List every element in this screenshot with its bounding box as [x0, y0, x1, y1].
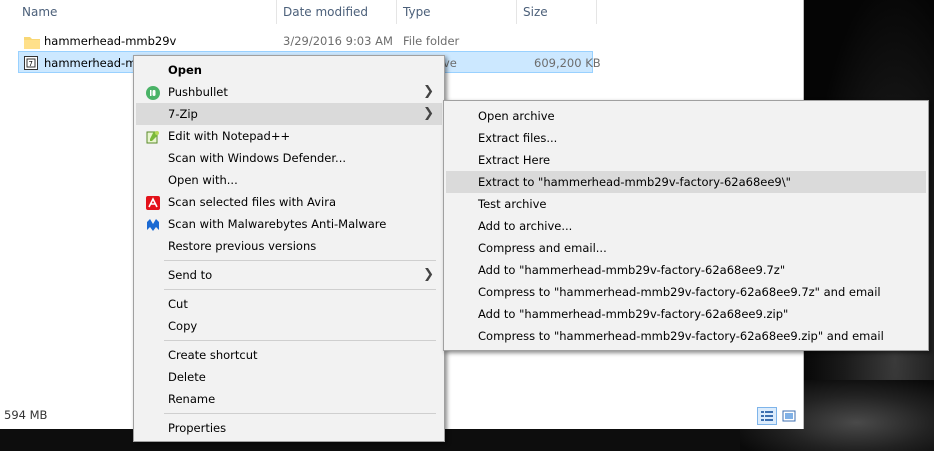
menu-separator	[164, 340, 436, 341]
menu-item-malwarebytes[interactable]: Scan with Malwarebytes Anti-Malware	[136, 213, 442, 235]
menu-item-rename[interactable]: Rename	[136, 388, 442, 410]
svg-text:7: 7	[29, 60, 33, 68]
chevron-right-icon: ❯	[423, 84, 434, 99]
submenu-item-add-to-7z[interactable]: Add to "hammerhead-mmb29v-factory-62a68e…	[446, 259, 926, 281]
avira-icon	[146, 195, 160, 210]
submenu-item-open-archive[interactable]: Open archive	[446, 105, 926, 127]
file-type: ve	[443, 56, 457, 70]
details-view-button[interactable]	[757, 407, 777, 425]
file-row-folder[interactable]: hammerhead-mmb29v 3/29/2016 9:03 AM File…	[18, 30, 593, 52]
menu-item-copy[interactable]: Copy	[136, 315, 442, 337]
file-type: File folder	[403, 34, 460, 48]
submenu-item-extract-to-folder[interactable]: Extract to "hammerhead-mmb29v-factory-62…	[446, 171, 926, 193]
menu-separator	[164, 289, 436, 290]
file-name: hammerhead-mmb29v	[44, 34, 177, 48]
malwarebytes-icon	[146, 217, 160, 231]
menu-item-edit-notepad-plus-plus[interactable]: Edit with Notepad++	[136, 125, 442, 147]
menu-item-create-shortcut[interactable]: Create shortcut	[136, 344, 442, 366]
7zip-submenu: Open archive Extract files... Extract He…	[443, 100, 929, 351]
chevron-right-icon: ❯	[423, 267, 434, 282]
submenu-item-extract-here[interactable]: Extract Here	[446, 149, 926, 171]
submenu-item-compress-and-email[interactable]: Compress and email...	[446, 237, 926, 259]
menu-item-pushbullet[interactable]: Pushbullet ❯	[136, 81, 442, 103]
menu-item-delete[interactable]: Delete	[136, 366, 442, 388]
menu-item-open[interactable]: Open	[136, 59, 442, 81]
submenu-item-compress-7z-email[interactable]: Compress to "hammerhead-mmb29v-factory-6…	[446, 281, 926, 303]
submenu-item-compress-zip-email[interactable]: Compress to "hammerhead-mmb29v-factory-6…	[446, 325, 926, 347]
submenu-item-add-to-archive[interactable]: Add to archive...	[446, 215, 926, 237]
column-header-size[interactable]: Size	[517, 0, 597, 24]
archive-file-icon: 7	[24, 55, 38, 77]
menu-item-avira[interactable]: Scan selected files with Avira	[136, 191, 442, 213]
file-date: 3/29/2016 9:03 AM	[283, 34, 393, 48]
menu-item-7zip[interactable]: 7-Zip ❯	[136, 103, 442, 125]
large-icons-view-button[interactable]	[779, 407, 799, 425]
column-header-name[interactable]: Name	[16, 0, 277, 24]
submenu-item-add-to-zip[interactable]: Add to "hammerhead-mmb29v-factory-62a68e…	[446, 303, 926, 325]
column-header-date-modified[interactable]: Date modified	[277, 0, 397, 24]
status-bar-size: 594 MB	[4, 408, 48, 422]
submenu-item-extract-files[interactable]: Extract files...	[446, 127, 926, 149]
menu-item-properties[interactable]: Properties	[136, 417, 442, 439]
notepad-plus-plus-icon	[146, 129, 160, 144]
menu-item-cut[interactable]: Cut	[136, 293, 442, 315]
chevron-right-icon: ❯	[423, 106, 434, 121]
column-header-type[interactable]: Type	[397, 0, 517, 24]
pushbullet-icon	[146, 85, 160, 100]
menu-item-open-with[interactable]: Open with...	[136, 169, 442, 191]
menu-item-windows-defender[interactable]: Scan with Windows Defender...	[136, 147, 442, 169]
menu-item-send-to[interactable]: Send to ❯	[136, 264, 442, 286]
context-menu: Open Pushbullet ❯ 7-Zip ❯ Edit with Note…	[133, 55, 445, 442]
menu-separator	[164, 413, 436, 414]
menu-item-restore-previous-versions[interactable]: Restore previous versions	[136, 235, 442, 257]
menu-separator	[164, 260, 436, 261]
submenu-item-test-archive[interactable]: Test archive	[446, 193, 926, 215]
file-size: 609,200 KB	[534, 56, 601, 70]
